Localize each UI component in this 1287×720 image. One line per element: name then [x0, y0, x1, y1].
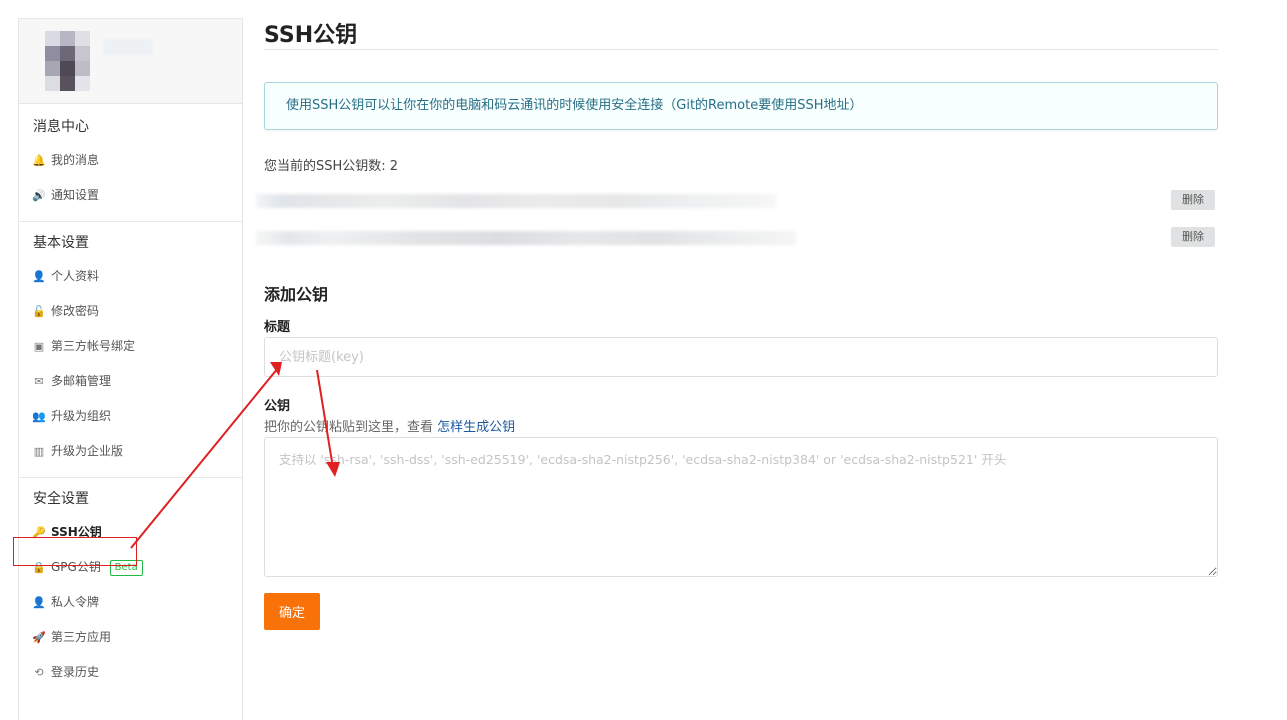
submit-button[interactable]: 确定: [264, 593, 320, 630]
avatar[interactable]: [45, 31, 91, 91]
sidebar-item-change-password[interactable]: 🔓 修改密码: [19, 294, 242, 329]
delete-key-button[interactable]: 删除: [1171, 190, 1215, 210]
page-title: SSH公钥: [264, 23, 358, 48]
sidebar-item-third-party-apps[interactable]: 🚀 第三方应用: [19, 620, 242, 655]
sidebar-item-label: 登录历史: [51, 665, 100, 679]
delete-key-button[interactable]: 删除: [1171, 227, 1215, 247]
info-message: 使用SSH公钥可以让你在你的电脑和码云通讯的时候使用安全连接（Git的Remot…: [264, 82, 1218, 130]
sidebar-item-label: 我的消息: [51, 153, 100, 167]
sidebar-item-label: 修改密码: [51, 304, 100, 318]
divider: [19, 477, 242, 478]
section-title: 基本设置: [33, 235, 89, 251]
sidebar-item-label: 第三方帐号绑定: [51, 339, 136, 353]
section-basic-settings: 基本设置 👤 个人资料 🔓 修改密码 ▣ 第三方帐号绑定 ✉ 多邮箱管理 👥 升…: [19, 231, 242, 469]
sidebar-item-email-management[interactable]: ✉ 多邮箱管理: [19, 364, 242, 399]
mail-icon: ✉: [34, 375, 44, 388]
ssh-key-count: 您当前的SSH公钥数: 2: [264, 159, 399, 174]
username-redacted: [103, 39, 153, 55]
history-icon: ⟲: [34, 666, 44, 679]
sidebar-item-label: 私人令牌: [51, 595, 100, 609]
rocket-icon: 🚀: [32, 631, 46, 644]
sidebar-item-personal-tokens[interactable]: 👤 私人令牌: [19, 585, 242, 620]
section-message-center: 消息中心 🔔 我的消息 🔊 通知设置: [19, 115, 242, 213]
speaker-icon: 🔊: [32, 189, 46, 202]
sidebar-item-label: 第三方应用: [51, 630, 112, 644]
sidebar-item-label: 个人资料: [51, 269, 100, 283]
sidebar-item-upgrade-organization[interactable]: 👥 升级为组织: [19, 399, 242, 434]
sidebar-item-login-history[interactable]: ⟲ 登录历史: [19, 655, 242, 690]
annotation-highlight-box: [13, 537, 137, 566]
key-label: 公钥: [264, 399, 291, 414]
add-key-heading: 添加公钥: [264, 285, 329, 304]
ssh-key-row: 删除: [256, 188, 1218, 214]
building-icon: ▥: [33, 445, 45, 458]
sidebar-item-upgrade-enterprise[interactable]: ▥ 升级为企业版: [19, 434, 242, 469]
ssh-key-row: 删除: [256, 225, 1218, 251]
ssh-key-fingerprint-redacted: [256, 231, 796, 245]
key-hint-text: 把你的公钥粘贴到这里，查看: [264, 420, 438, 435]
sidebar-item-label: 升级为组织: [51, 409, 112, 423]
how-to-generate-key-link[interactable]: 怎样生成公钥: [437, 420, 515, 435]
key-hint: 把你的公钥粘贴到这里，查看 怎样生成公钥: [264, 416, 515, 435]
public-key-textarea[interactable]: [264, 437, 1218, 577]
divider: [19, 221, 242, 222]
key-title-input[interactable]: [264, 337, 1218, 377]
ssh-key-fingerprint-redacted: [256, 194, 776, 208]
section-title: 消息中心: [33, 119, 89, 135]
sidebar-item-label: 通知设置: [51, 188, 100, 202]
user-icon: 👤: [32, 270, 46, 283]
sidebar-item-profile[interactable]: 👤 个人资料: [19, 259, 242, 294]
bell-icon: 🔔: [32, 154, 46, 167]
sidebar-item-notification-settings[interactable]: 🔊 通知设置: [19, 178, 242, 213]
divider: [264, 49, 1218, 50]
title-label: 标题: [264, 320, 291, 335]
section-security-settings: 安全设置 🔑 SSH公钥 🔒 GPG公钥 Beta 👤 私人令牌 🚀 第三方应用…: [19, 487, 242, 690]
settings-sidebar: 消息中心 🔔 我的消息 🔊 通知设置 基本设置 👤 个人资料 🔓 修改密码 ▣ …: [18, 18, 243, 720]
sidebar-item-label: 多邮箱管理: [51, 374, 112, 388]
unlock-icon: 🔓: [32, 305, 46, 318]
user-header: [19, 19, 242, 104]
section-title: 安全设置: [33, 491, 89, 507]
sidebar-item-third-party-binding[interactable]: ▣ 第三方帐号绑定: [19, 329, 242, 364]
sidebar-item-my-messages[interactable]: 🔔 我的消息: [19, 143, 242, 178]
users-icon: 👥: [32, 410, 46, 423]
id-card-icon: ▣: [33, 340, 45, 353]
spy-icon: 👤: [32, 596, 46, 609]
sidebar-item-label: 升级为企业版: [51, 444, 124, 458]
